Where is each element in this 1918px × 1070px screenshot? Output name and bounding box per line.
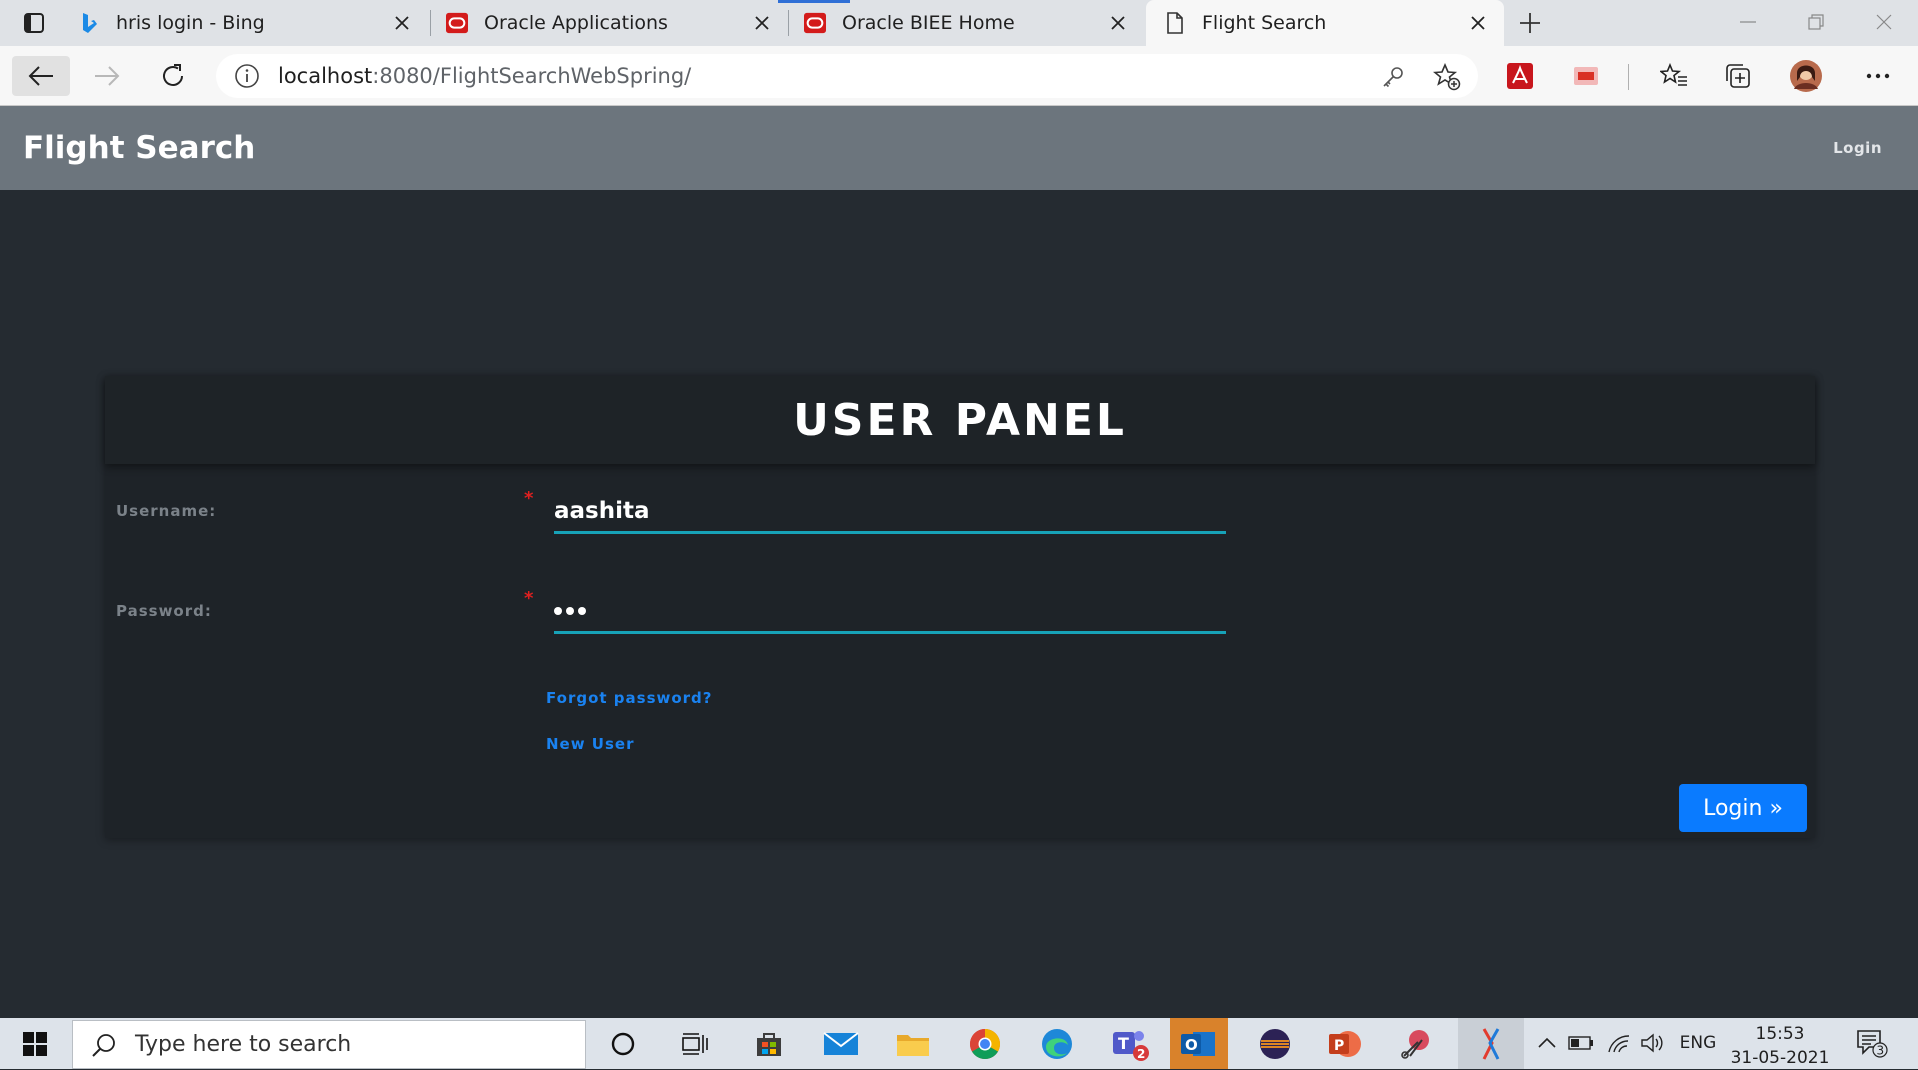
close-icon[interactable]: [750, 11, 774, 35]
teams-icon[interactable]: T2: [1102, 1018, 1160, 1069]
tab-divider: [430, 10, 431, 36]
search-icon: [91, 1032, 117, 1058]
browser-tab-strip: hris login - Bing Oracle Applications Or…: [0, 0, 1918, 46]
tab-title: Oracle BIEE Home: [842, 12, 1015, 34]
show-hidden-icons-icon[interactable]: [1534, 1028, 1560, 1058]
svg-text:O: O: [1185, 1036, 1198, 1054]
volume-icon[interactable]: [1638, 1028, 1668, 1058]
edge-icon[interactable]: [1028, 1018, 1086, 1069]
new-tab-icon[interactable]: [1512, 8, 1548, 38]
key-icon[interactable]: [1378, 62, 1408, 92]
browser-toolbar: localhost:8080/FlightSearchWebSpring/: [0, 46, 1918, 106]
oracle-icon: [804, 12, 826, 34]
language-indicator[interactable]: ENG: [1676, 1028, 1720, 1058]
password-label: Password:: [116, 602, 212, 620]
tab-bing[interactable]: hris login - Bing: [78, 0, 428, 46]
wifi-icon[interactable]: [1604, 1028, 1634, 1058]
notifications-badge-count: 3: [1877, 1044, 1885, 1058]
file-explorer-icon[interactable]: [884, 1018, 942, 1069]
password-input[interactable]: [554, 590, 1226, 634]
cortana-icon[interactable]: [594, 1018, 652, 1069]
oracle-icon: [446, 12, 468, 34]
username-label: Username:: [116, 502, 217, 520]
svg-text:P: P: [1334, 1038, 1344, 1054]
pdf-extension-icon[interactable]: [1568, 58, 1604, 94]
acrobat-extension-icon[interactable]: [1502, 58, 1538, 94]
tab-title: Flight Search: [1202, 12, 1327, 34]
arrow-right-icon: [95, 66, 120, 86]
notifications-icon[interactable]: 3: [1852, 1028, 1892, 1058]
search-placeholder: Type here to search: [135, 1032, 352, 1057]
loading-indicator: [778, 0, 850, 3]
outlook-icon[interactable]: O: [1170, 1018, 1228, 1069]
refresh-icon: [163, 64, 183, 86]
tab-divider: [788, 10, 789, 36]
profile-avatar[interactable]: [1788, 58, 1824, 94]
add-favorite-icon[interactable]: [1432, 62, 1462, 92]
more-options-icon[interactable]: [1860, 58, 1896, 94]
clock-time: 15:53: [1755, 1024, 1805, 1044]
taskbar-search-box[interactable]: Type here to search: [72, 1020, 586, 1069]
site-navbar: Flight Search Login: [0, 106, 1918, 190]
restore-icon[interactable]: [1786, 4, 1846, 40]
address-bar[interactable]: localhost:8080/FlightSearchWebSpring/: [216, 54, 1478, 98]
user-panel-header: USER PANEL: [105, 376, 1815, 464]
windows-taskbar: Type here to search T2 O P ENG 15:53 31-…: [0, 1018, 1918, 1069]
snip-sketch-icon[interactable]: [1458, 1018, 1524, 1069]
forgot-password-link[interactable]: Forgot password?: [546, 689, 713, 707]
snipping-tool-icon[interactable]: [1388, 1018, 1446, 1069]
close-icon[interactable]: [390, 11, 414, 35]
favorites-icon[interactable]: [1656, 58, 1692, 94]
login-button[interactable]: Login »: [1679, 784, 1807, 832]
nav-login-link[interactable]: Login: [1833, 139, 1882, 157]
chrome-icon[interactable]: [956, 1018, 1014, 1069]
forward-button[interactable]: [78, 56, 136, 96]
tab-actions-icon[interactable]: [14, 8, 54, 38]
arrow-left-icon: [28, 66, 53, 86]
tab-oracle-biee-home[interactable]: Oracle BIEE Home: [778, 0, 1144, 46]
required-marker: *: [524, 488, 534, 509]
url-host: localhost: [278, 64, 373, 88]
tab-title: hris login - Bing: [116, 12, 265, 34]
user-panel: USER PANEL Username: * aashita Password:…: [105, 376, 1815, 838]
url-text[interactable]: localhost:8080/FlightSearchWebSpring/: [278, 64, 691, 88]
mail-icon[interactable]: [812, 1018, 870, 1069]
powerpoint-icon[interactable]: P: [1316, 1018, 1374, 1069]
eclipse-icon[interactable]: [1246, 1018, 1304, 1069]
window-close-icon[interactable]: [1854, 4, 1914, 40]
bing-icon: [78, 12, 100, 34]
username-value: aashita: [554, 497, 650, 524]
required-marker: *: [524, 588, 534, 609]
battery-icon[interactable]: [1566, 1028, 1596, 1058]
svg-text:T: T: [1118, 1034, 1129, 1053]
url-path: :8080/FlightSearchWebSpring/: [372, 64, 692, 88]
teams-badge-count: 2: [1137, 1047, 1145, 1061]
minimize-icon[interactable]: [1718, 4, 1778, 40]
refresh-button[interactable]: [144, 56, 202, 96]
password-masked-value: [554, 606, 586, 615]
username-input[interactable]: aashita: [554, 490, 1226, 534]
store-icon[interactable]: [740, 1018, 798, 1069]
clock-date: 31-05-2021: [1730, 1048, 1830, 1068]
toolbar-divider: [1628, 64, 1629, 90]
info-icon[interactable]: [234, 63, 260, 89]
page-icon: [1164, 12, 1186, 34]
windows-start-icon[interactable]: [0, 1018, 70, 1069]
close-icon[interactable]: [1106, 11, 1130, 35]
panel-title: USER PANEL: [793, 394, 1127, 446]
tab-oracle-applications[interactable]: Oracle Applications: [446, 0, 788, 46]
new-user-link[interactable]: New User: [546, 735, 635, 753]
close-icon[interactable]: [1466, 11, 1490, 35]
brand-title[interactable]: Flight Search: [23, 130, 255, 166]
task-view-icon[interactable]: [666, 1018, 724, 1069]
back-button[interactable]: [12, 56, 70, 96]
collections-icon[interactable]: [1720, 58, 1756, 94]
tab-title: Oracle Applications: [484, 12, 668, 34]
system-clock[interactable]: 15:53 31-05-2021: [1720, 1022, 1840, 1070]
tab-flight-search[interactable]: Flight Search: [1146, 0, 1504, 46]
